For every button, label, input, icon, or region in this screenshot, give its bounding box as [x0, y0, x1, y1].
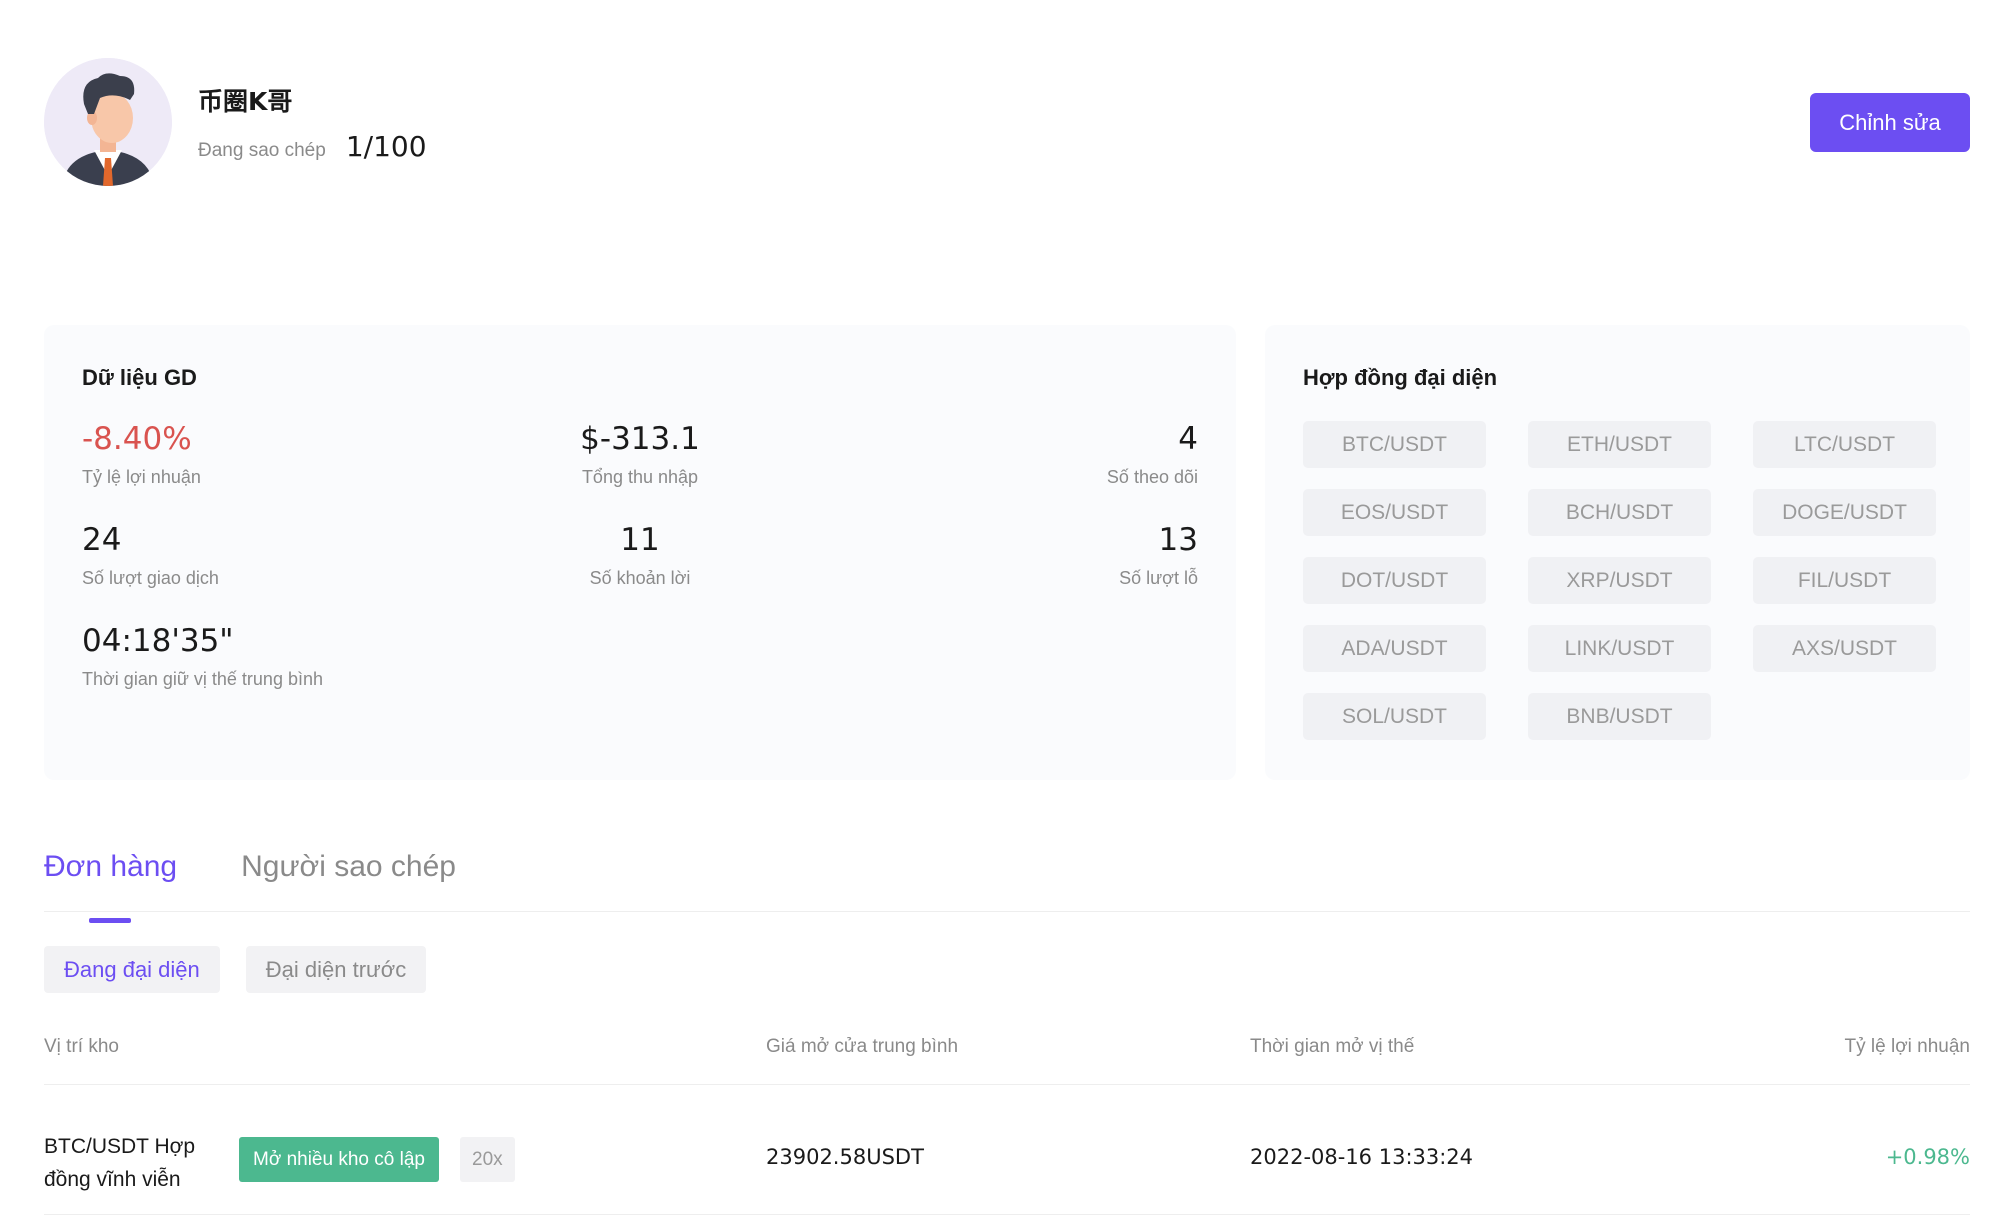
- tab-copiers[interactable]: Người sao chép: [241, 850, 456, 911]
- stat-label: Số lượt lỗ: [1119, 568, 1198, 588]
- open-time-value: 2022-08-16 13:33:24: [1250, 1145, 1474, 1169]
- stat-total-income: $-313.1 Tổng thu nhập: [454, 421, 826, 488]
- contracts-card: Hợp đồng đại diện BTC/USDT ETH/USDT LTC/…: [1265, 325, 1970, 780]
- contract-chip: BCH/USDT: [1528, 489, 1711, 536]
- contract-chip: FIL/USDT: [1753, 557, 1936, 604]
- pair-line-1: BTC/USDT Hợp: [44, 1135, 196, 1158]
- contract-chip: LINK/USDT: [1528, 625, 1711, 672]
- contract-chip: AXS/USDT: [1753, 625, 1936, 672]
- avg-price-value: 23902.58USDT: [766, 1145, 924, 1169]
- profile-header: 币圈K哥 Đang sao chép 1/100: [44, 58, 427, 186]
- main-tabs: Đơn hàng Người sao chép: [44, 850, 1970, 923]
- stat-label: Thời gian giữ vị thế trung bình: [82, 669, 323, 689]
- contract-chip: ETH/USDT: [1528, 421, 1711, 468]
- header-position: Vị trí kho: [44, 1036, 119, 1057]
- stat-value: 13: [1158, 522, 1198, 558]
- profile-name: 币圈K哥: [198, 86, 293, 116]
- stat-wins: 11 Số khoản lời: [454, 522, 826, 589]
- stat-value: $-313.1: [580, 421, 700, 457]
- contract-chip: XRP/USDT: [1528, 557, 1711, 604]
- stat-trades: 24 Số lượt giao dịch: [82, 522, 454, 589]
- contracts-grid: BTC/USDT ETH/USDT LTC/USDT EOS/USDT BCH/…: [1303, 421, 1936, 740]
- page: 币圈K哥 Đang sao chép 1/100 Chỉnh sửa Dữ li…: [0, 0, 2014, 1220]
- stat-avg-hold-time: 04:18'35" Thời gian giữ vị thế trung bìn…: [82, 623, 454, 690]
- stat-label: Số khoản lời: [589, 568, 691, 588]
- trading-data-card: Dữ liệu GD -8.40% Tỷ lệ lợi nhuận $-313.…: [44, 325, 1236, 780]
- stats-grid: -8.40% Tỷ lệ lợi nhuận $-313.1 Tổng thu …: [82, 421, 1198, 690]
- profile-info: 币圈K哥 Đang sao chép 1/100: [198, 82, 427, 163]
- stat-followers: 4 Số theo dõi: [826, 421, 1198, 488]
- contract-chip: BNB/USDT: [1528, 693, 1711, 740]
- header-profit-rate: Tỷ lệ lợi nhuận: [1844, 1036, 1970, 1057]
- stat-value: 04:18'35": [82, 623, 234, 659]
- stat-label: Tổng thu nhập: [581, 467, 699, 487]
- subtab-previous[interactable]: Đại diện trước: [245, 946, 427, 993]
- contracts-title: Hợp đồng đại diện: [1303, 365, 1498, 390]
- contract-chip: EOS/USDT: [1303, 489, 1486, 536]
- avatar: [44, 58, 172, 186]
- stat-label: Tỷ lệ lợi nhuận: [82, 467, 201, 487]
- stat-losses: 13 Số lượt lỗ: [826, 522, 1198, 589]
- contract-chip: LTC/USDT: [1753, 421, 1936, 468]
- stat-profit-rate: -8.40% Tỷ lệ lợi nhuận: [82, 421, 454, 488]
- position-pair: BTC/USDT Hợp đồng vĩnh viễn: [44, 1130, 224, 1196]
- contract-chip: BTC/USDT: [1303, 421, 1486, 468]
- stat-label: Số lượt giao dịch: [82, 568, 219, 588]
- leverage-badge: 20x: [460, 1137, 515, 1182]
- stat-label: Số theo dõi: [1106, 467, 1198, 487]
- stat-value: 4: [1178, 421, 1198, 457]
- contract-chip: DOT/USDT: [1303, 557, 1486, 604]
- edit-button[interactable]: Chỉnh sửa: [1810, 93, 1970, 152]
- profit-rate-value: +0.98%: [1885, 1145, 1970, 1169]
- sub-tabs: Đang đại diện Đại diện trước: [44, 946, 452, 993]
- contract-chip: ADA/USDT: [1303, 625, 1486, 672]
- contract-chip: DOGE/USDT: [1753, 489, 1936, 536]
- copy-status: Đang sao chép 1/100: [198, 130, 427, 163]
- stat-value: 24: [82, 522, 122, 558]
- mode-badge: Mở nhiều kho cô lập: [239, 1137, 439, 1182]
- contract-chip: SOL/USDT: [1303, 693, 1486, 740]
- tab-orders[interactable]: Đơn hàng: [44, 850, 177, 923]
- pair-line-2: đồng vĩnh viễn: [44, 1168, 181, 1191]
- avatar-illustration-icon: [44, 58, 172, 186]
- stat-value: 11: [620, 522, 660, 558]
- table-row[interactable]: BTC/USDT Hợp đồng vĩnh viễn Mở nhiều kho…: [44, 1085, 1970, 1215]
- trading-data-title: Dữ liệu GD: [82, 365, 197, 390]
- stat-value: -8.40%: [82, 421, 192, 457]
- header-avg-price: Giá mở cửa trung bình: [766, 1036, 959, 1057]
- table-header: Vị trí kho Giá mở cửa trung bình Thời gi…: [44, 1020, 1970, 1085]
- copy-value: 1/100: [345, 129, 427, 163]
- header-open-time: Thời gian mở vị thế: [1250, 1036, 1415, 1057]
- subtab-current[interactable]: Đang đại diện: [44, 946, 220, 993]
- copy-label: Đang sao chép: [198, 139, 326, 161]
